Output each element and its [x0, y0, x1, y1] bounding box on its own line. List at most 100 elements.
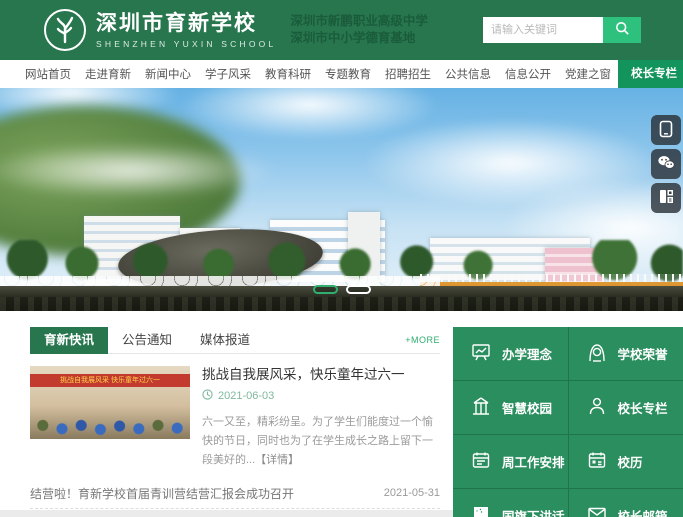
- subtitle-line1: 深圳市新鹏职业高级中学: [290, 13, 428, 30]
- quick-link-flag-speech[interactable]: 国旗下讲话: [453, 489, 568, 517]
- banner-stadium-roof: [116, 223, 325, 295]
- week-schedule-icon: [470, 449, 492, 474]
- detail-link[interactable]: 【详情】: [255, 454, 299, 466]
- nav-item-research[interactable]: 教育科研: [258, 66, 318, 82]
- nav-item-public-info[interactable]: 公共信息: [438, 66, 498, 82]
- featured-thumbnail[interactable]: 挑战自我展风采 快乐童年过六一: [30, 366, 190, 439]
- quick-link-label: 智慧校园: [502, 398, 552, 417]
- banner-bushes: [0, 276, 440, 288]
- thumbnail-banner-text: 挑战自我展风采 快乐童年过六一: [30, 374, 190, 387]
- news-item-date: 2021-05-31: [384, 487, 440, 499]
- qrcode-icon: [659, 189, 674, 207]
- banner-hill: [0, 106, 240, 256]
- nav-item-about[interactable]: 走进育新: [78, 66, 138, 82]
- nav-item-special-edu[interactable]: 专题教育: [318, 66, 378, 82]
- banner-fence: [420, 274, 683, 283]
- school-name: 深圳市育新学校: [96, 12, 276, 36]
- featured-article: 挑战自我展风采 快乐童年过六一 挑战自我展风采，快乐童年过六一 2021-06-…: [30, 366, 440, 470]
- nav-item-home[interactable]: 网站首页: [18, 66, 78, 82]
- search-input[interactable]: [483, 17, 603, 43]
- school-calendar-icon: [586, 449, 608, 474]
- side-toolbar: [651, 115, 681, 213]
- banner-lake-reflection: [0, 297, 683, 311]
- flag-speech-icon: [470, 503, 492, 517]
- main-nav: 网站首页 走进育新 新闻中心 学子风采 教育科研 专题教育 招聘招生 公共信息 …: [0, 60, 683, 88]
- quick-link-label: 校长邮箱: [618, 506, 668, 517]
- mobile-site-button[interactable]: [651, 115, 681, 145]
- featured-summary: 六一又至，精彩纷呈。为了学生们能度过一个愉快的节日，同时也为了在学生成长之路上留…: [202, 413, 440, 470]
- wechat-button[interactable]: [651, 149, 681, 179]
- qrcode-button[interactable]: [651, 183, 681, 213]
- search-button[interactable]: [603, 17, 641, 43]
- quick-link-label: 校长专栏: [618, 398, 668, 417]
- news-section: 育新快讯 公告通知 媒体报道 +MORE 挑战自我展风采 快乐童年过六一 挑战自…: [30, 327, 440, 517]
- news-item-title: 结营啦！育新学校首届青训营结营汇报会成功召开: [30, 485, 294, 502]
- quick-link-school-calendar[interactable]: 校历: [569, 435, 683, 488]
- subtitle-line2: 深圳市中小学德育基地: [290, 30, 428, 47]
- next-section-strip: [0, 510, 453, 517]
- carousel-dot-1[interactable]: [313, 285, 338, 294]
- header: 深圳市育新学校 SHENZHEN YUXIN SCHOOL 深圳市新鹏职业高级中…: [0, 0, 683, 60]
- banner-cloud: [0, 88, 180, 123]
- banner-walkway: [420, 282, 683, 298]
- school-subtitles: 深圳市新鹏职业高级中学 深圳市中小学德育基地: [290, 13, 428, 47]
- news-list-item[interactable]: 结营啦！育新学校首届青训营结营汇报会成功召开 2021-05-31: [30, 478, 440, 509]
- quick-link-smart-campus[interactable]: 智慧校园: [453, 381, 568, 434]
- search-box: [483, 17, 641, 43]
- nav-item-students[interactable]: 学子风采: [198, 66, 258, 82]
- school-logo-icon: [44, 9, 86, 51]
- philosophy-icon: [470, 341, 492, 366]
- banner-building: [180, 228, 240, 286]
- quick-link-label: 周工作安排: [502, 452, 565, 471]
- quick-links-section: 办学理念 学校荣誉: [453, 327, 683, 517]
- tab-yuxin-news[interactable]: 育新快讯: [30, 327, 108, 354]
- campus-icon: [470, 395, 492, 420]
- quick-link-label: 校历: [618, 452, 643, 471]
- nav-item-info-disclosure[interactable]: 信息公开: [498, 66, 558, 82]
- banner-trees: [0, 240, 683, 282]
- featured-date-row: 2021-06-03: [202, 389, 440, 403]
- quick-link-honors[interactable]: 学校荣誉: [569, 327, 683, 380]
- page: 深圳市育新学校 SHENZHEN YUXIN SCHOOL 深圳市新鹏职业高级中…: [0, 0, 683, 517]
- clock-icon: [202, 389, 213, 403]
- banner-sky: [0, 88, 683, 311]
- nav-item-principal-column[interactable]: 校长专栏: [618, 60, 683, 88]
- hero-carousel: [0, 88, 683, 311]
- featured-summary-text: 六一又至，精彩纷呈。为了学生们能度过一个愉快的节日，同时也为了在学生成长之路上留…: [202, 416, 433, 466]
- wechat-icon: [657, 155, 675, 173]
- phone-icon: [659, 120, 673, 141]
- banner-building: [348, 212, 380, 286]
- quick-link-principal-mail[interactable]: 校长邮箱: [569, 489, 683, 517]
- quick-link-philosophy[interactable]: 办学理念: [453, 327, 568, 380]
- news-tabs: 育新快讯 公告通知 媒体报道 +MORE: [30, 327, 440, 354]
- principal-icon: [586, 395, 608, 420]
- featured-title[interactable]: 挑战自我展风采，快乐童年过六一: [202, 366, 440, 384]
- quick-link-label: 学校荣誉: [618, 344, 668, 363]
- banner-building: [545, 248, 603, 292]
- quick-links-grid: 办学理念 学校荣誉: [453, 327, 683, 517]
- search-icon: [615, 21, 630, 39]
- quick-link-label: 办学理念: [502, 344, 552, 363]
- carousel-dot-2[interactable]: [346, 285, 371, 294]
- school-name-block: 深圳市育新学校 SHENZHEN YUXIN SCHOOL: [96, 12, 276, 49]
- content-area: 育新快讯 公告通知 媒体报道 +MORE 挑战自我展风采 快乐童年过六一 挑战自…: [0, 311, 683, 517]
- nav-item-recruit[interactable]: 招聘招生: [378, 66, 438, 82]
- tab-media-reports[interactable]: 媒体报道: [186, 327, 264, 354]
- quick-link-week-schedule[interactable]: 周工作安排: [453, 435, 568, 488]
- banner-building: [270, 220, 385, 286]
- nav-item-party[interactable]: 党建之窗: [558, 66, 618, 82]
- banner-cloud: [360, 118, 660, 208]
- banner-mist: [0, 143, 280, 198]
- featured-date: 2021-06-03: [218, 390, 274, 402]
- banner-cloud: [180, 88, 440, 140]
- banner-building: [84, 216, 180, 288]
- banner-building: [430, 238, 590, 288]
- school-name-en: SHENZHEN YUXIN SCHOOL: [96, 39, 276, 49]
- tab-announcements[interactable]: 公告通知: [108, 327, 186, 354]
- more-link[interactable]: +MORE: [405, 335, 440, 345]
- nav-item-news[interactable]: 新闻中心: [138, 66, 198, 82]
- principal-mail-icon: [586, 503, 608, 517]
- featured-text: 挑战自我展风采，快乐童年过六一 2021-06-03 六一又至，精彩纷呈。为了学…: [202, 366, 440, 470]
- quick-link-principal-column[interactable]: 校长专栏: [569, 381, 683, 434]
- honor-icon: [586, 341, 608, 366]
